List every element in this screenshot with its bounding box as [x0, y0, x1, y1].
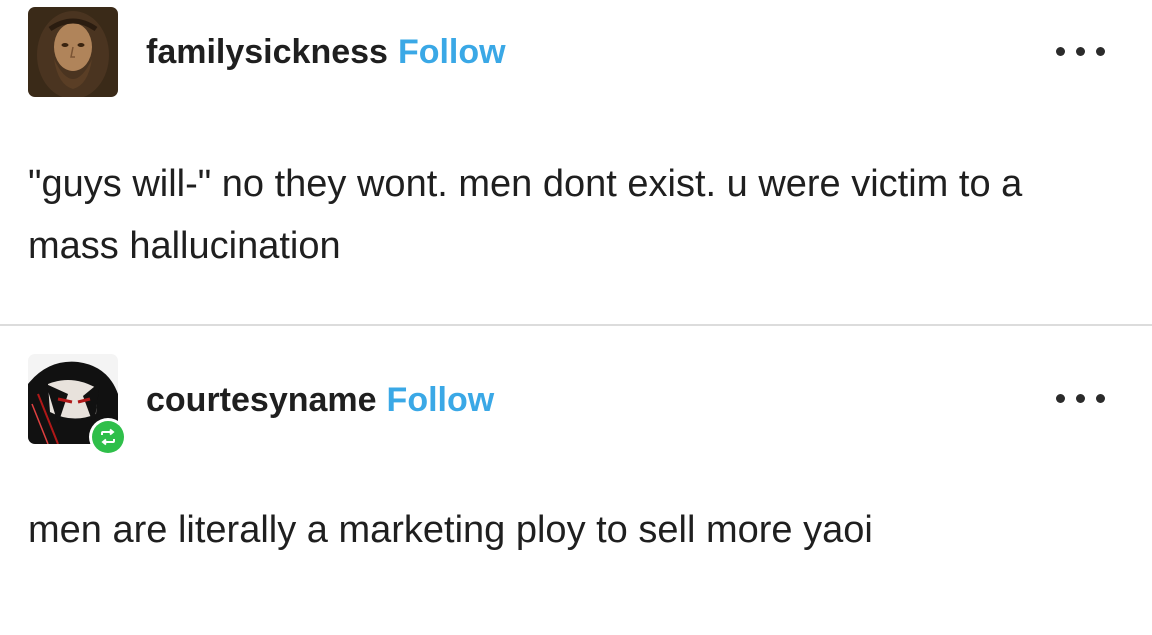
portrait-avatar-icon — [28, 7, 118, 97]
username-link[interactable]: courtesyname — [146, 381, 377, 419]
post-header: courtesyname Follow — [146, 380, 494, 420]
username-link[interactable]: familysickness — [146, 33, 388, 71]
more-options-icon[interactable] — [1056, 392, 1106, 404]
avatar-familysickness[interactable] — [28, 7, 118, 97]
post-body: men are literally a marketing ploy to se… — [28, 509, 873, 551]
dot-icon — [1076, 47, 1085, 56]
post-body: "guys will-" no they wont. men dont exis… — [28, 163, 1023, 267]
dot-icon — [1056, 394, 1065, 403]
dot-icon — [1096, 47, 1105, 56]
dot-icon — [1076, 394, 1085, 403]
follow-button[interactable]: Follow — [398, 33, 506, 71]
post-original: familysickness Follow "guys will-" no the… — [0, 0, 1152, 324]
dot-icon — [1056, 47, 1065, 56]
follow-button[interactable]: Follow — [387, 381, 495, 419]
reblog-thread: familysickness Follow "guys will-" no the… — [0, 0, 1152, 635]
reblog-badge — [89, 418, 127, 456]
dot-icon — [1096, 394, 1105, 403]
reblog-icon — [101, 428, 115, 446]
more-options-icon[interactable] — [1056, 45, 1106, 57]
post-reblog: courtesyname Follow men are literally a m… — [0, 326, 1152, 635]
post-header: familysickness Follow — [146, 32, 506, 72]
